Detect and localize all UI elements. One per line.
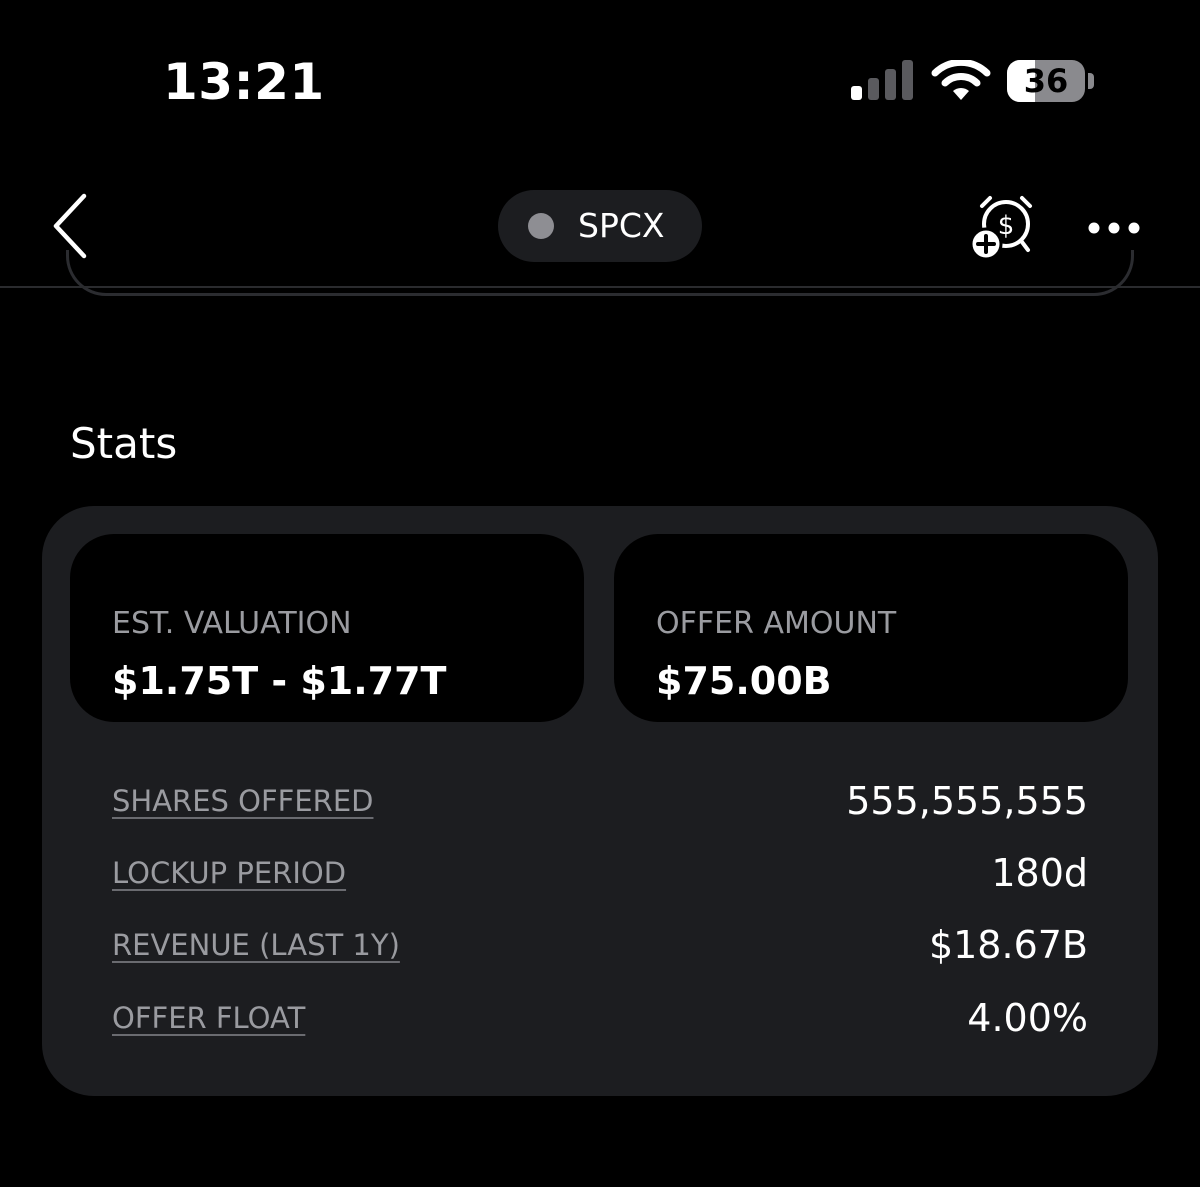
offer-amount-tile: OFFER AMOUNT $75.00B [614, 534, 1128, 722]
stat-label-revenue[interactable]: REVENUE (LAST 1Y) [112, 920, 400, 970]
signal-icon [851, 60, 913, 100]
stats-card: EST. VALUATION $1.75T - $1.77T OFFER AMO… [42, 506, 1158, 1096]
stat-row-shares-offered: SHARES OFFERED 555,555,555 [112, 776, 1088, 826]
valuation-value: $1.75T - $1.77T [112, 659, 447, 703]
more-icon [1088, 222, 1140, 234]
ticker-symbol: SPCX [578, 206, 665, 245]
stat-value-revenue: $18.67B [928, 923, 1088, 967]
ticker-status-dot [528, 213, 554, 239]
battery-level: 36 [1023, 62, 1069, 100]
price-alert-button[interactable]: $ [966, 194, 1038, 262]
valuation-label: EST. VALUATION [112, 606, 352, 641]
stat-label-shares-offered[interactable]: SHARES OFFERED [112, 776, 373, 826]
nav-divider [0, 286, 1200, 288]
stat-value-lockup-period: 180d [991, 851, 1088, 895]
status-time: 13:21 [163, 53, 325, 111]
offer-amount-value: $75.00B [656, 659, 832, 703]
stats-title: Stats [70, 419, 178, 468]
back-button[interactable] [44, 188, 104, 264]
price-alert-icon: $ [969, 196, 1032, 261]
stat-row-lockup-period: LOCKUP PERIOD 180d [112, 848, 1088, 898]
stat-row-revenue: REVENUE (LAST 1Y) $18.67B [112, 920, 1088, 970]
offer-amount-label: OFFER AMOUNT [656, 606, 897, 641]
valuation-tile: EST. VALUATION $1.75T - $1.77T [70, 534, 584, 722]
battery-cap [1088, 73, 1094, 89]
stat-value-shares-offered: 555,555,555 [846, 779, 1088, 823]
wifi-icon [931, 60, 991, 100]
ticker-pill[interactable]: SPCX [498, 190, 702, 262]
stat-label-offer-float[interactable]: OFFER FLOAT [112, 993, 305, 1043]
back-chevron-icon [53, 193, 87, 259]
more-options-button[interactable] [1084, 212, 1144, 244]
stat-row-offer-float: OFFER FLOAT 4.00% [112, 993, 1088, 1043]
battery-icon: 36 [1007, 60, 1085, 102]
stat-label-lockup-period[interactable]: LOCKUP PERIOD [112, 848, 346, 898]
stat-value-offer-float: 4.00% [967, 996, 1088, 1040]
